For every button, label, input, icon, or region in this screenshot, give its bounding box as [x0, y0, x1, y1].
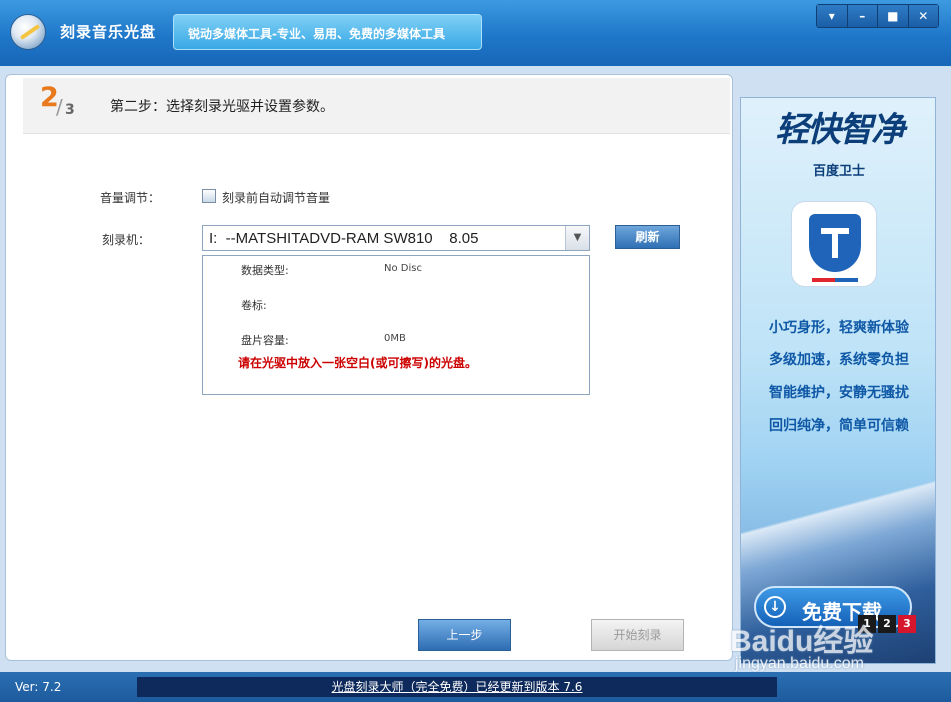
maximize-icon[interactable]: ■: [878, 5, 909, 27]
baidu-jingyan-watermark: Baidu经验: [730, 625, 874, 658]
baidu-guard-logo-icon: [791, 201, 877, 287]
burner-label: 刻录机：: [102, 233, 151, 247]
insert-disc-warning: 请在光驱中放入一张空白(或可擦写)的光盘。: [238, 356, 477, 370]
capacity-label: 盘片容量:: [241, 334, 289, 347]
ad-feature: 智能维护，安静无骚扰: [769, 385, 909, 401]
step-separator: /: [56, 95, 63, 119]
ad-feature: 多级加速，系统零负担: [769, 352, 909, 368]
ad-page-3[interactable]: 3: [898, 615, 916, 633]
disc-info-panel: 数据类型: No Disc 卷标: 盘片容量: 0MB 请在光驱中放入一张空白(…: [202, 255, 590, 395]
watermark-url: jingyan.baidu.com: [735, 655, 864, 672]
app-logo-icon: [10, 14, 46, 50]
main-panel: 2 / 3 第二步：选择刻录光驱并设置参数。 音量调节： 刻录前自动调节音量 刻…: [5, 74, 733, 661]
start-burn-button[interactable]: 开始刻录: [591, 619, 684, 651]
step-total: 3: [65, 102, 75, 118]
update-notice-link[interactable]: 光盘刻录大师（完全免费）已经更新到版本 7.6: [332, 680, 583, 694]
burner-select[interactable]: I: --MATSHITADVD-RAM SW810 8.05 ▼: [202, 225, 590, 251]
ad-headline: 轻快智净: [775, 110, 905, 150]
slogan-banner[interactable]: 锐动多媒体工具-专业、易用、免费的多媒体工具: [173, 14, 482, 50]
chevron-down-icon[interactable]: ▼: [565, 226, 589, 250]
update-notice-bar: 光盘刻录大师（完全免费）已经更新到版本 7.6: [137, 677, 777, 697]
shield-icon: [809, 214, 861, 272]
title-bar: 刻录音乐光盘 锐动多媒体工具-专业、易用、免费的多媒体工具 ▾ – ■ ✕: [0, 0, 951, 66]
ad-feature: 回归纯净，简单可信赖: [769, 418, 909, 434]
capacity-value: 0MB: [384, 333, 406, 344]
menu-dropdown-icon[interactable]: ▾: [817, 5, 848, 27]
refresh-button[interactable]: 刷新: [615, 225, 680, 249]
ad-brand: 百度卫士: [812, 164, 865, 179]
logo-underline: [812, 278, 858, 282]
burner-selected-value: I: --MATSHITADVD-RAM SW810 8.05: [209, 230, 479, 247]
ad-page-2[interactable]: 2: [878, 615, 896, 633]
step-instruction: 第二步：选择刻录光驱并设置参数。: [110, 99, 334, 115]
auto-volume-checkbox-label[interactable]: 刻录前自动调节音量: [222, 189, 330, 206]
step-header: 2 / 3 第二步：选择刻录光驱并设置参数。: [23, 78, 730, 134]
close-icon[interactable]: ✕: [908, 5, 938, 27]
ad-feature: 小巧身形，轻爽新体验: [769, 320, 909, 336]
download-icon: ↓: [764, 596, 786, 618]
status-bar: Ver: 7.2 光盘刻录大师（完全免费）已经更新到版本 7.6: [0, 672, 951, 702]
window-controls: ▾ – ■ ✕: [816, 4, 939, 28]
volume-label: 音量调节：: [100, 191, 161, 205]
data-type-label: 数据类型:: [241, 264, 289, 277]
auto-volume-checkbox[interactable]: [202, 189, 216, 203]
volume-name-label: 卷标:: [241, 299, 267, 312]
prev-step-button[interactable]: 上一步: [418, 619, 511, 651]
app-title: 刻录音乐光盘: [60, 23, 157, 41]
version-label: Ver: 7.2: [15, 680, 62, 694]
data-type-value: No Disc: [384, 263, 422, 274]
ad-banner[interactable]: 轻快智净 百度卫士 小巧身形，轻爽新体验 多级加速，系统零负担 智能维护，安静无…: [740, 97, 936, 664]
minimize-icon[interactable]: –: [847, 5, 878, 27]
